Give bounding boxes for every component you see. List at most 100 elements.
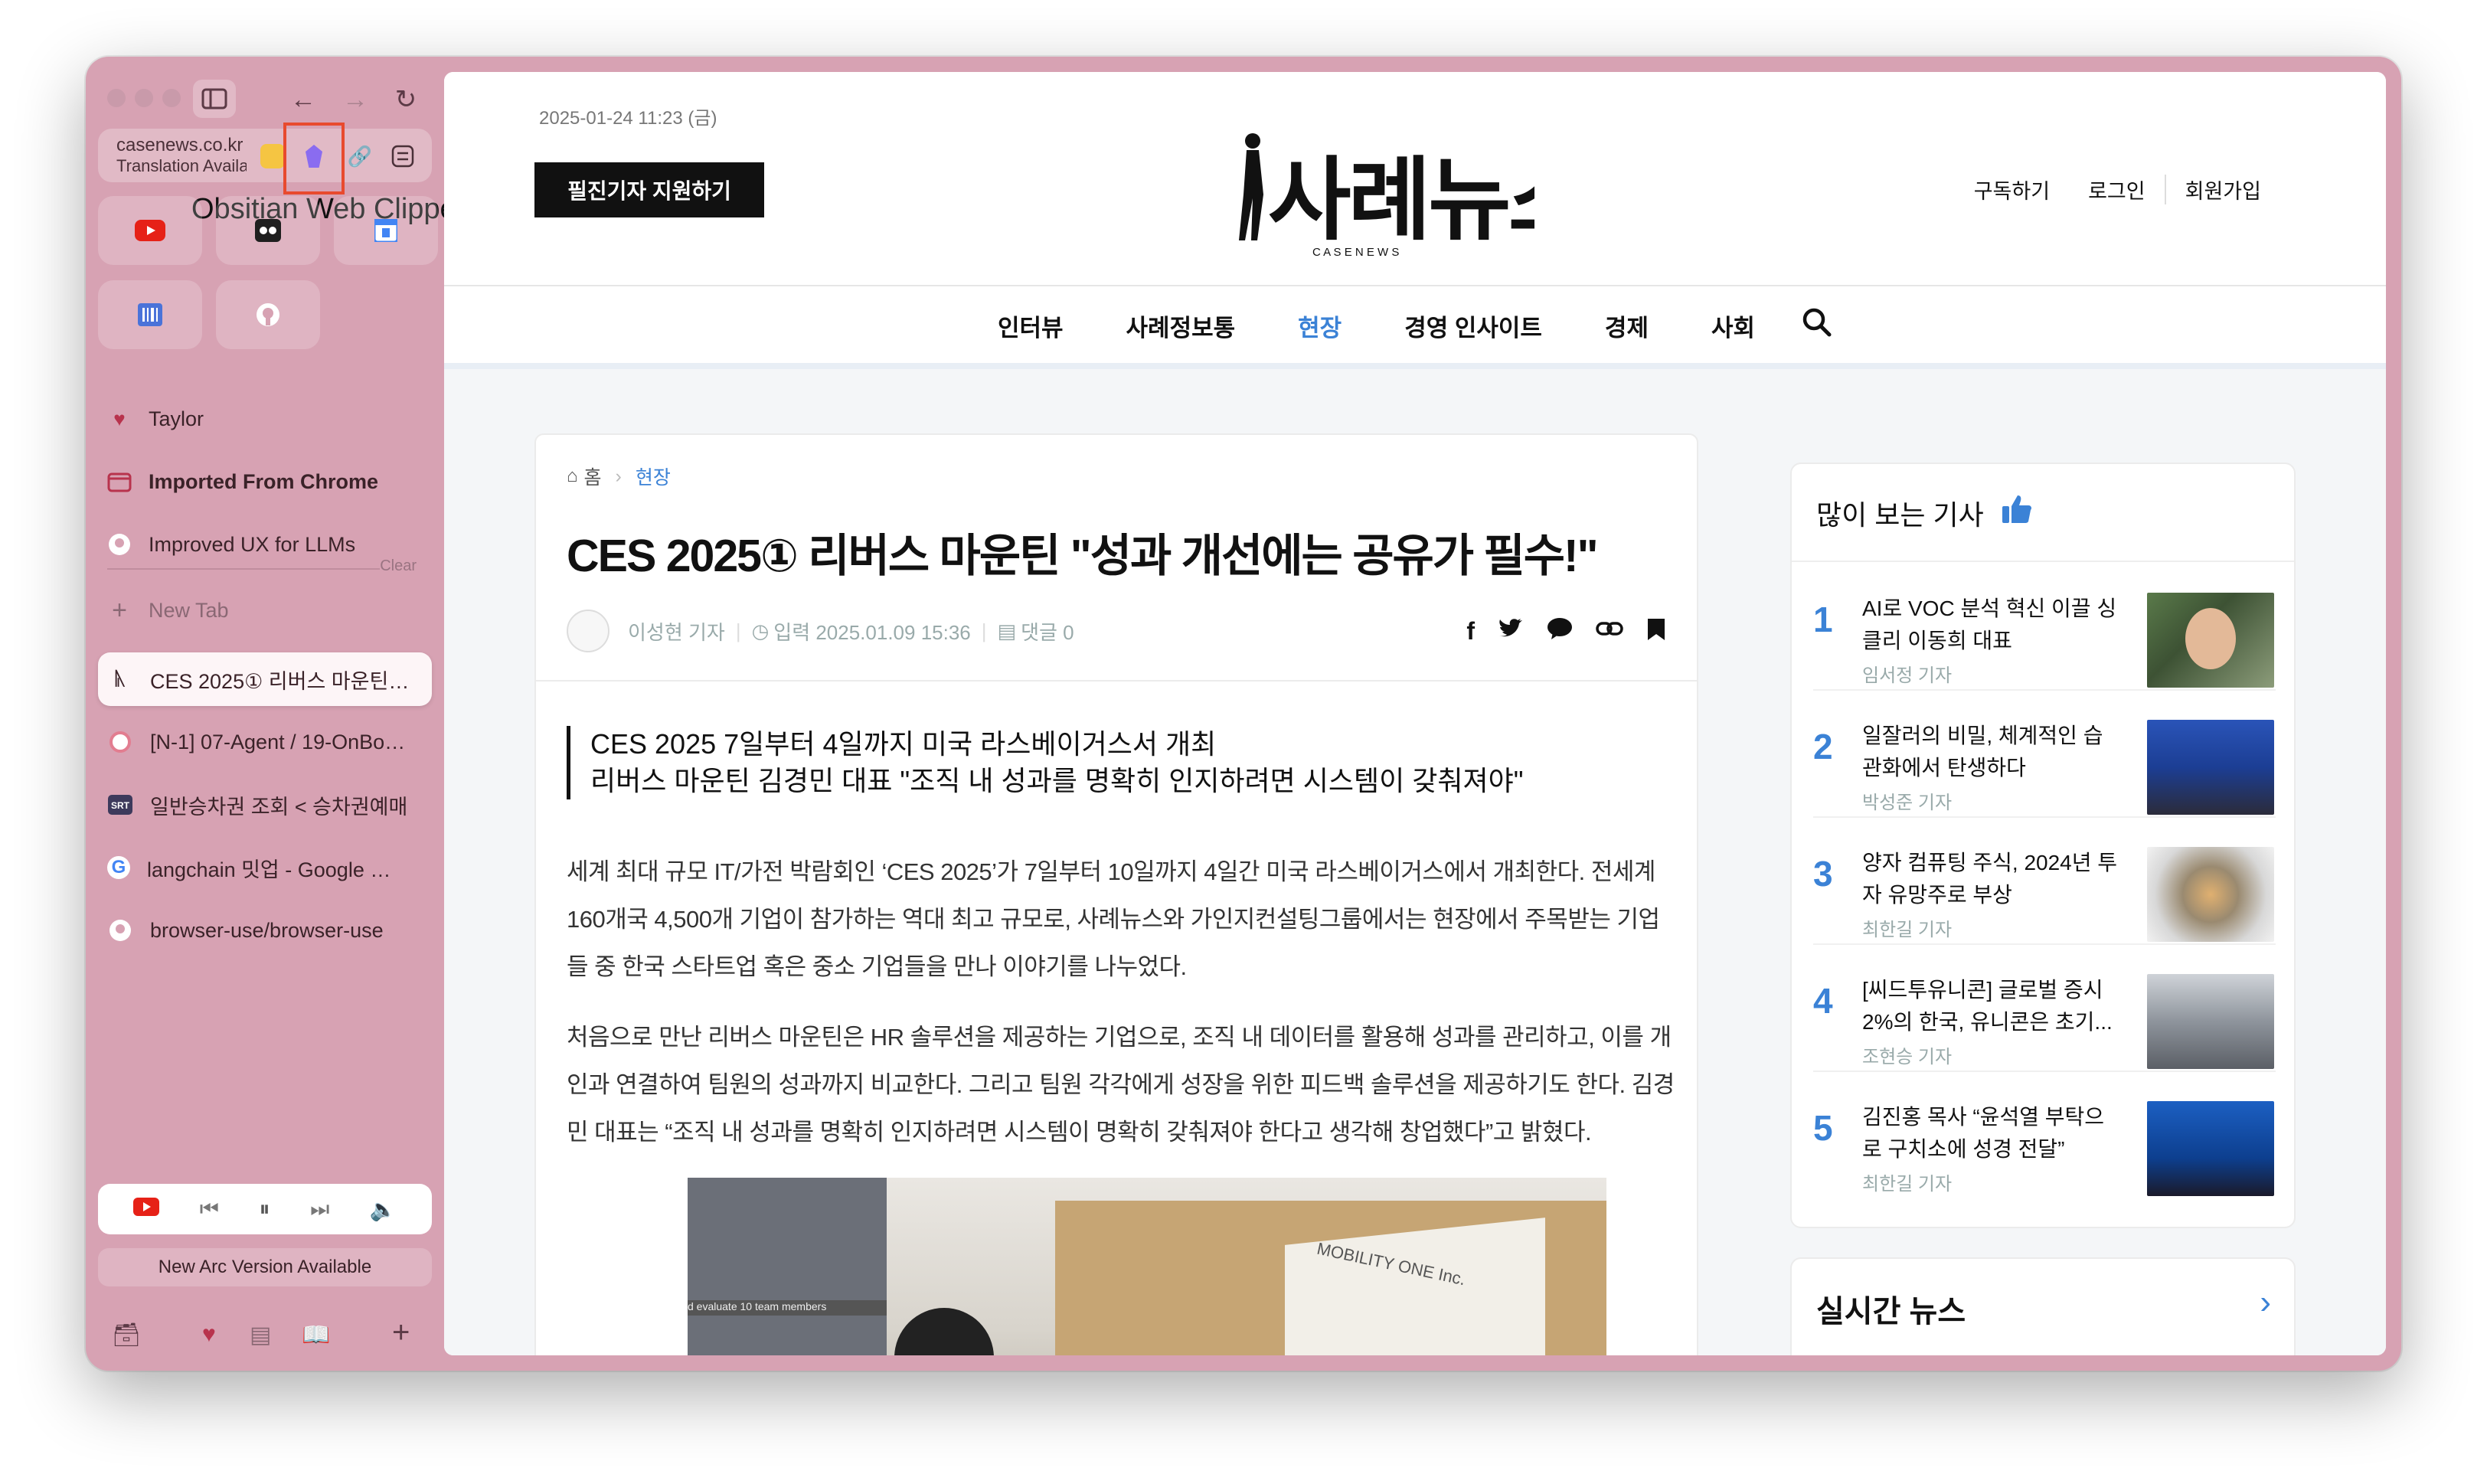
space-book-button[interactable]: 📖: [302, 1322, 330, 1348]
popular-item-title[interactable]: 일잘러의 비밀, 체계적인 습관화에서 탄생하다: [1862, 720, 2123, 784]
reload-button[interactable]: ↻: [389, 83, 423, 116]
facebook-share-button[interactable]: f: [1466, 617, 1475, 648]
speech-bubble-icon: [1547, 618, 1572, 639]
casenews-icon: ᚣ: [114, 668, 126, 689]
comment-icon: ▤: [997, 619, 1017, 642]
space-stack-button[interactable]: ▤: [250, 1322, 271, 1348]
copy-link-share-button[interactable]: [1596, 617, 1623, 648]
page-settings-button[interactable]: [387, 141, 418, 172]
popular-item-title[interactable]: 양자 컴퓨팅 주식, 2024년 투자 유망주로 부상: [1862, 847, 2123, 911]
popular-item-thumbnail[interactable]: [2147, 847, 2274, 942]
kakaotalk-share-button[interactable]: [1547, 617, 1573, 648]
clear-tabs-button[interactable]: Clear: [380, 557, 417, 575]
tab-label: 일반승차권 조회 < 승차권예매: [150, 795, 408, 819]
popular-item[interactable]: 5 김진홍 목사 “윤석열 부탁으로 구치소에 성경 전달” 최한길 기자: [1792, 1072, 2294, 1199]
popular-item[interactable]: 1 AI로 VOC 분석 혁신 이끌 싱클리 이동희 대표 임서정 기자: [1792, 564, 2294, 691]
nav-item-economy[interactable]: 경제: [1605, 309, 1649, 343]
favorite-app[interactable]: [216, 196, 320, 265]
add-space-button[interactable]: +: [392, 1316, 410, 1350]
article-title: CES 2025① 리버스 마운틴 "성과 개선에는 공유가 필수!": [567, 531, 1599, 581]
new-tab-button[interactable]: + New Tab: [107, 585, 429, 636]
nav-item-interview[interactable]: 인터뷰: [998, 309, 1064, 343]
popular-item-reporter: 임서정 기자: [1862, 665, 1953, 686]
tab-item-n1-agent[interactable]: [N-1] 07-Agent / 19-OnBoarding: [98, 715, 432, 769]
pinned-item-taylor[interactable]: ♥ Taylor: [107, 394, 429, 444]
copy-link-button[interactable]: 🔗: [345, 141, 375, 172]
chevron-right-icon: ›: [615, 465, 622, 487]
nav-item-society[interactable]: 사회: [1711, 309, 1755, 343]
tab-item-google[interactable]: Glangchain 밋업 - Google 검색: [98, 841, 432, 894]
forward-button[interactable]: →: [338, 83, 372, 116]
popular-articles-panel: 많이 보는 기사 1 AI로 VOC 분석 혁신 이끌 싱클리 이동희 대표 임…: [1790, 463, 2296, 1228]
volume-button[interactable]: 🔈: [370, 1197, 397, 1222]
popular-item-thumbnail[interactable]: [2147, 593, 2274, 688]
breadcrumb: ⌂ 홈 › 현장: [567, 463, 671, 490]
popular-item[interactable]: 2 일잘러의 비밀, 체계적인 습관화에서 탄생하다 박성준 기자: [1792, 691, 2294, 818]
tab-item-ces-2025[interactable]: ᚣ CES 2025① 리버스 마운틴 "성과 개선에는 공유가 필수!": [98, 652, 432, 706]
divider: [444, 285, 2386, 286]
support-reporter-button[interactable]: 필진기자 지원하기: [534, 162, 764, 217]
popular-item-title[interactable]: AI로 VOC 분석 혁신 이끌 싱클리 이동희 대표: [1862, 593, 2123, 657]
archive-button[interactable]: 🗃: [112, 1322, 141, 1348]
calendar-icon: [374, 219, 397, 242]
chevron-right-icon[interactable]: ›: [2260, 1283, 2271, 1322]
rank-number: 4: [1813, 981, 1833, 1021]
previous-track-button[interactable]: ⏮: [200, 1197, 219, 1222]
favorite-github[interactable]: [216, 280, 320, 349]
popular-item-title[interactable]: 김진홍 목사 “윤석열 부탁으로 구치소에 성경 전달”: [1862, 1101, 2123, 1165]
book-icon: 📖: [302, 1322, 331, 1348]
article-card: ⌂ 홈 › 현장 CES 2025① 리버스 마운틴 "성과 개선에는 공유가 …: [534, 433, 1698, 1355]
back-button[interactable]: ←: [286, 83, 320, 116]
sidebar-toggle-button[interactable]: [193, 80, 236, 118]
comment-count[interactable]: 댓글 0: [1021, 617, 1074, 646]
reload-icon: ↻: [394, 85, 417, 114]
popular-item-title[interactable]: [씨드투유니콘] 글로벌 증시 2%의 한국, 유니콘은 초기...: [1862, 974, 2123, 1038]
nav-item-management-insight[interactable]: 경영 인사이트: [1404, 309, 1542, 343]
article-photo: d evaluate 10 team members MOBILITY ONE …: [688, 1178, 1606, 1355]
space-heart-button[interactable]: ♥: [202, 1322, 216, 1348]
reporter-name[interactable]: 이성현 기자: [628, 617, 725, 646]
close-window-button[interactable]: [107, 89, 126, 107]
live-news-title[interactable]: 실시간 뉴스: [1816, 1286, 1966, 1331]
site-logo[interactable]: 사례뉴스 C A S E N E W S: [1213, 126, 1592, 263]
nav-item-field[interactable]: 현장: [1298, 309, 1342, 343]
tab-item-srt[interactable]: SRT 일반승차권 조회 < 승차권예매: [98, 778, 432, 832]
youtube-icon: [135, 220, 165, 241]
bookmark-button[interactable]: [1646, 617, 1666, 648]
popular-title-text: 많이 보는 기사: [1816, 499, 1984, 531]
popular-item-thumbnail[interactable]: [2147, 974, 2274, 1069]
next-track-button[interactable]: ⏭: [310, 1197, 329, 1222]
popular-item-thumbnail[interactable]: [2147, 1101, 2274, 1196]
zoom-window-button[interactable]: [162, 89, 181, 107]
twitter-icon: [1499, 619, 1522, 637]
pinned-item-imported-from-chrome[interactable]: Imported From Chrome: [107, 456, 429, 507]
breadcrumb-home[interactable]: 홈: [584, 463, 602, 490]
favorite-youtube[interactable]: [98, 196, 202, 265]
subscribe-link[interactable]: 구독하기: [1955, 175, 2069, 204]
search-button[interactable]: [1802, 307, 1832, 344]
popular-item[interactable]: 3 양자 컴퓨팅 주식, 2024년 투자 유망주로 부상 최한길 기자: [1792, 818, 2294, 945]
favorite-barcode[interactable]: [98, 280, 202, 349]
login-link[interactable]: 로그인: [2069, 175, 2165, 204]
signup-link[interactable]: 회원가입: [2164, 175, 2280, 204]
pause-button[interactable]: ⏸: [260, 1197, 270, 1222]
favorite-calendar[interactable]: [334, 196, 438, 265]
divider: [536, 680, 1697, 682]
breadcrumb-current[interactable]: 현장: [636, 463, 671, 490]
new-version-banner[interactable]: New Arc Version Available: [98, 1248, 432, 1286]
github-icon: [257, 303, 279, 326]
github-icon: [107, 532, 132, 557]
arc-sidebar: ← → ↻ casenews.co.kr Translation Availab…: [86, 57, 466, 1371]
popular-item-thumbnail[interactable]: [2147, 720, 2274, 815]
nav-item-case-info[interactable]: 사례정보통: [1126, 309, 1236, 343]
heart-icon: ♥: [202, 1322, 216, 1347]
popular-item[interactable]: 4 [씨드투유니콘] 글로벌 증시 2%의 한국, 유니콘은 초기... 조현승…: [1792, 945, 2294, 1072]
tab-item-browser-use[interactable]: browser-use/browser-use: [98, 904, 432, 957]
translate-icon: [260, 144, 285, 168]
twitter-share-button[interactable]: [1498, 617, 1524, 648]
minimize-window-button[interactable]: [135, 89, 153, 107]
site-header: 2025-01-24 11:23 (금) 필진기자 지원하기 사례뉴스 C A …: [444, 72, 2386, 286]
divider: [444, 363, 2386, 369]
new-tab-label: New Tab: [149, 598, 229, 622]
plus-icon: +: [392, 1316, 410, 1349]
